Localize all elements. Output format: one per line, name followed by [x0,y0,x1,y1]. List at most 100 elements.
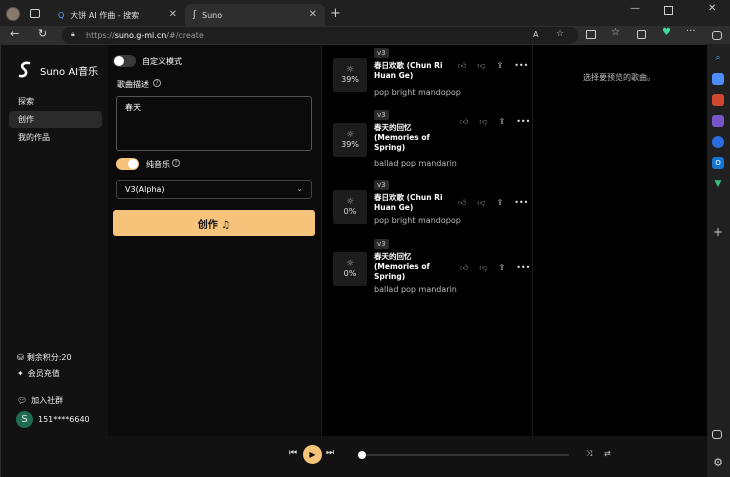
nav-create[interactable]: 创作 [9,111,102,128]
split-screen-icon[interactable] [586,30,596,39]
refresh-icon[interactable]: ↻ [38,27,47,40]
song-description-input[interactable]: 春天 [116,96,312,151]
version-badge: v3 [374,180,389,190]
sparkle-icon: ✦ [17,369,24,378]
song-item[interactable]: v3 ☼ 39% 春天的回忆 (Memories of Spring) ballad … [322,107,533,171]
song-title[interactable]: 春日欢歌 (Chun Ri Huan Ge) [374,61,443,81]
repeat-icon[interactable]: ⇄ [604,449,611,458]
song-item[interactable]: v3 ☼ 39% 春日欢歌 (Chun Ri Huan Ge) pop bright… [322,45,533,103]
recharge-link[interactable]: ✦ 会员充值 [17,368,60,379]
thumbs-up-icon[interactable]: 👍︎ [460,117,468,127]
copilot-icon[interactable] [712,136,724,148]
toolbox-icon[interactable] [712,94,724,106]
share-icon[interactable]: ⇪ [499,117,506,127]
thumbs-down-icon[interactable]: 👎︎ [479,263,487,273]
address-bar: ← ↻ 🔒︎ https:// suno.g-mi.cn /#/create A… [0,26,730,44]
tab-actions-icon[interactable] [30,9,40,18]
create-label: 创作 ♫ [197,219,231,231]
search-icon[interactable]: ⌕ [712,52,724,64]
slider-knob[interactable] [358,451,366,459]
share-icon[interactable]: ⇪ [497,61,504,71]
minimize-button[interactable]: — [630,3,640,14]
close-tab-icon[interactable]: ✕ [169,9,177,20]
thumbs-down-icon[interactable]: 👎︎ [479,117,487,127]
community-link[interactable]: 💬︎ 加入社群 [17,395,63,406]
more-options-icon[interactable]: ··· [686,26,696,37]
help-icon[interactable]: ? [172,159,180,167]
settings-gear-icon[interactable]: ⚙ [712,457,724,469]
nav-label: 创作 [18,115,34,124]
previous-icon[interactable]: ⏮︎ [289,448,297,458]
add-icon[interactable]: + [712,226,724,238]
model-select[interactable]: V3(Alpha) ⌄ [116,180,312,199]
nav-explore[interactable]: 探索 [9,93,102,110]
thumbs-down-icon[interactable]: 👎︎ [477,198,485,208]
instrumental-label: 纯音乐 [146,160,170,169]
more-icon[interactable]: ••• [514,61,528,71]
url-path: /#/create [166,31,204,40]
play-button[interactable]: ▶ [303,445,322,464]
tab-search[interactable]: Q 大饼 AI 作曲 - 搜索 ✕ [50,4,185,26]
user-profile[interactable]: S 151****6640 [16,411,90,428]
create-button[interactable]: 创作 ♫ [113,210,315,236]
preview-panel: 选择要预览的歌曲。 [532,45,707,436]
back-icon[interactable]: ← [10,27,19,40]
song-item[interactable]: v3 ☼ 0% 春日欢歌 (Chun Ri Huan Ge) pop bright … [322,177,533,235]
read-aloud-icon[interactable]: A [533,30,538,39]
title-line: Huan Ge) [374,71,414,80]
collections-icon[interactable] [637,30,646,39]
outlook-icon[interactable]: O [712,157,724,169]
drop-icon[interactable]: ▼ [712,178,724,190]
close-tab-icon[interactable]: ✕ [309,9,317,20]
chat-icon: 💬︎ [17,396,28,405]
credits: ⛁ 剩余积分:20 [17,352,72,363]
more-icon[interactable]: ••• [516,263,530,273]
sidebar-toggle-icon[interactable] [712,31,722,40]
url-field[interactable]: 🔒︎ https:// suno.g-mi.cn /#/create A ☆ [62,27,578,44]
song-thumbnail: ☼ 39% [333,123,367,157]
song-title[interactable]: 春天的回忆 (Memories of Spring) [374,252,430,282]
screenshot-icon[interactable] [712,430,722,439]
instrumental-toggle[interactable] [116,158,139,170]
more-icon[interactable]: ••• [516,117,530,127]
share-icon[interactable]: ⇪ [499,263,506,273]
tab-suno[interactable]: ʃ Suno ✕ [185,4,325,26]
song-title[interactable]: 春天的回忆 (Memories of Spring) [374,123,430,153]
edge-sidebar: ⌕ O ▼ + ⚙ [706,31,730,477]
help-icon[interactable]: ? [153,79,161,87]
nav-label: 我的作品 [18,133,50,142]
share-icon[interactable]: ⇪ [497,198,504,208]
next-icon[interactable]: ⏭︎ [326,448,334,458]
favorites-icon[interactable]: ☆ [611,27,620,38]
thumbs-up-icon[interactable]: 👍︎ [458,198,466,208]
player-bar: ⏮︎ ▶ ⏭︎ ⤨ ⇄ [1,436,707,477]
more-icon[interactable]: ••• [514,198,528,208]
progress-slider[interactable] [358,451,569,459]
desc-value: 春天 [125,103,141,112]
tag-icon[interactable] [712,73,724,85]
browser-essentials-icon[interactable]: ♥ [662,27,671,38]
version-badge: v3 [374,110,389,120]
song-actions: 👍︎ 👎︎ ⇪ ••• [458,198,528,208]
loading-icon: ☼ [345,197,355,207]
coins-icon: ⛁ [17,353,24,362]
brand[interactable]: Suno AI音乐 [17,61,98,79]
song-title[interactable]: 春日欢歌 (Chun Ri Huan Ge) [374,193,443,213]
custom-mode-toggle[interactable] [113,55,136,67]
song-style: pop bright mandopop [374,216,461,225]
profile-avatar[interactable] [6,7,20,21]
new-tab-button[interactable]: + [330,6,341,21]
tab-title: Suno [202,10,223,20]
favorite-star-icon[interactable]: ☆ [556,29,564,39]
chevron-down-icon: ⌄ [296,184,303,193]
nav-my-works[interactable]: 我的作品 [9,129,102,146]
close-window-button[interactable]: ✕ [708,3,716,14]
games-icon[interactable] [712,115,724,127]
song-item[interactable]: v3 ☼ 0% 春天的回忆 (Memories of Spring) ballad p… [322,236,533,300]
thumbs-up-icon[interactable]: 👍︎ [460,263,468,273]
shuffle-icon[interactable]: ⤨ [586,449,592,459]
song-list: v3 ☼ 39% 春日欢歌 (Chun Ri Huan Ge) pop bright… [321,45,532,436]
thumbs-up-icon[interactable]: 👍︎ [458,61,466,71]
maximize-button[interactable] [664,6,673,15]
thumbs-down-icon[interactable]: 👎︎ [477,61,485,71]
